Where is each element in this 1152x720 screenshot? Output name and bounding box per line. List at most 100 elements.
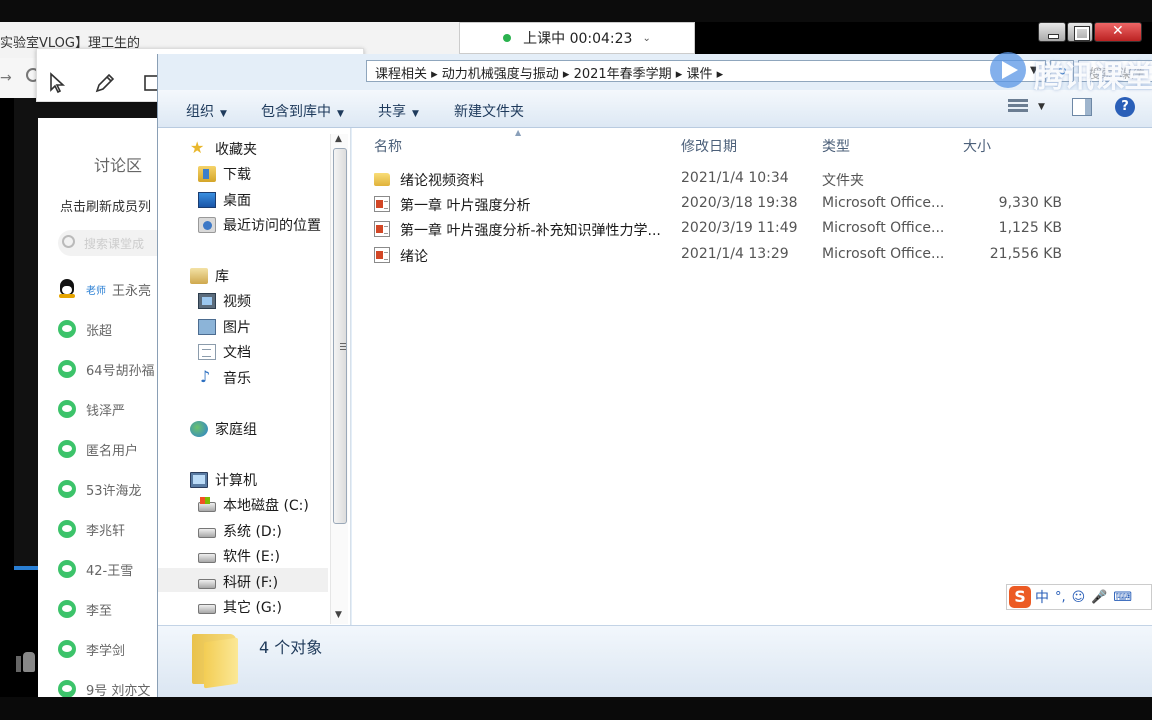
nav-recent-places[interactable]: 最近访问的位置 [198,214,321,236]
file-type: Microsoft Office... [822,220,945,236]
new-folder-button[interactable]: 新建文件夹 [454,101,524,121]
column-header-type[interactable]: 类型 [822,136,850,156]
organize-menu[interactable]: 组织 ▼ [186,101,227,121]
share-menu[interactable]: 共享 ▼ [378,101,419,121]
wechat-icon [58,400,76,418]
large-folder-icon [192,634,238,689]
nav-pictures[interactable]: 图片 [198,316,251,338]
file-row[interactable]: 绪论视频资料 2021/1/4 10:34 文件夹 [374,168,1134,190]
member-item[interactable]: 64号胡孙福 [58,358,155,380]
folder-icon [374,173,390,186]
file-row[interactable]: 第一章 叶片强度分析 2020/3/18 19:38 Microsoft Off… [374,193,1134,215]
nav-documents[interactable]: 文档 [198,341,251,363]
member-item[interactable]: 42-王雪 [58,558,133,580]
nav-drive-f[interactable]: 科研 (F:) [198,571,278,593]
top-black-band [0,0,1152,22]
sogou-ime-icon[interactable]: S [1009,586,1031,608]
file-row[interactable]: 第一章 叶片强度分析-补充知识弹性力学... 2020/3/19 11:49 M… [374,218,1134,240]
nav-computer[interactable]: 计算机 [190,469,257,491]
documents-icon [198,344,216,360]
view-options-icon[interactable] [1008,99,1028,115]
member-item[interactable]: 匿名用户 [58,438,138,460]
music-icon [198,367,216,386]
nav-label: 文档 [223,345,251,361]
column-header-size[interactable]: 大小 [963,136,991,156]
nav-videos[interactable]: 视频 [198,290,251,312]
member-item[interactable]: 李学剑 [58,638,125,660]
member-name: 李至 [86,603,113,619]
nav-favorites[interactable]: 收藏夹 [190,138,257,160]
ime-mode-toggle[interactable]: 中 [1035,587,1049,607]
pen-icon[interactable] [93,71,117,95]
close-button[interactable] [1094,22,1142,42]
maximize-button[interactable] [1067,22,1093,42]
emoji-icon[interactable]: ☺ [1072,590,1086,605]
bottom-black-band [0,697,1152,720]
nav-label: 视频 [223,294,251,310]
member-item[interactable]: 9号 刘亦文 [58,678,150,698]
ime-punctuation-toggle[interactable]: °, [1055,590,1066,605]
member-name: 王永亮 [112,283,152,299]
dropdown-arrow-icon: ▼ [220,109,227,119]
address-bar[interactable]: 课程相关 ▸ 动力机械强度与振动 ▸ 2021年春季学期 ▸ 课件 ▸ [366,60,1046,82]
view-dropdown-arrow-icon[interactable]: ▼ [1038,102,1045,112]
member-name: 42-王雪 [86,563,134,579]
include-label: 包含到库中 [261,104,331,120]
scroll-up-arrow-icon[interactable]: ▲ [335,134,342,144]
scroll-down-arrow-icon[interactable]: ▼ [335,610,342,620]
class-status-pill[interactable]: 上课中 00:04:23 ⌄ [459,22,695,54]
pictures-icon [198,319,216,335]
member-item-teacher[interactable]: 老师 王永亮 [58,278,151,300]
live-dot-icon [503,34,512,42]
column-header-modified[interactable]: 修改日期 [681,136,737,156]
preview-pane-icon[interactable] [1072,98,1092,116]
nav-label: 家庭组 [215,422,257,438]
help-icon[interactable]: ? [1115,97,1135,117]
member-search-box[interactable]: 搜索课堂成 [58,230,163,256]
nav-drive-g[interactable]: 其它 (G:) [198,596,282,618]
file-name: 绪论视频资料 [400,173,484,189]
search-icon [62,235,75,248]
nav-label: 音乐 [223,371,251,387]
discussion-title: 讨论区 [94,156,143,175]
like-thumb-icon[interactable] [16,648,36,674]
recent-places-icon [198,217,216,233]
include-in-library-menu[interactable]: 包含到库中 ▼ [261,101,344,121]
desktop-icon [198,192,216,208]
dropdown-arrow-icon: ▼ [412,109,419,119]
wechat-icon [58,680,76,698]
scrollbar-thumb[interactable] [333,148,347,524]
nav-music[interactable]: 音乐 [198,367,251,389]
nav-label: 软件 (E:) [223,549,280,565]
refresh-members-link[interactable]: 点击刷新成员列 [60,196,151,215]
member-name: 53许海龙 [86,483,142,499]
back-arrow-icon[interactable]: → [0,70,12,86]
nav-libraries[interactable]: 库 [190,265,229,287]
minimize-button[interactable] [1038,22,1066,42]
nav-desktop[interactable]: 桌面 [198,189,251,211]
member-item[interactable]: 李兆轩 [58,518,125,540]
microphone-icon[interactable]: 🎤 [1091,590,1107,605]
file-row[interactable]: 绪论 2021/1/4 13:29 Microsoft Office... 21… [374,244,1134,266]
nav-drive-c[interactable]: 本地磁盘 (C:) [198,494,309,516]
wechat-icon [58,560,76,578]
member-item[interactable]: 张超 [58,318,112,340]
details-pane: 4 个对象 [158,625,1152,697]
member-name: 9号 刘亦文 [86,683,151,699]
select-pointer-icon[interactable] [46,71,70,95]
nav-drive-e[interactable]: 软件 (E:) [198,545,280,567]
window-controls [1038,22,1143,44]
member-search-placeholder: 搜索课堂成 [84,237,145,251]
keyboard-icon[interactable]: ⌨ [1113,590,1132,605]
library-icon [190,268,208,284]
nav-drive-d[interactable]: 系统 (D:) [198,520,282,542]
member-name: 李兆轩 [86,523,126,539]
nav-homegroup[interactable]: 家庭组 [190,418,257,440]
nav-scrollbar[interactable]: ▲ ▼ [330,134,348,624]
member-item[interactable]: 53许海龙 [58,478,142,500]
column-header-name[interactable]: 名称 [374,136,402,156]
watermark-text: 腾讯课堂 [1034,60,1152,95]
nav-downloads[interactable]: 下载 [198,163,251,185]
member-item[interactable]: 钱泽严 [58,398,125,420]
member-item[interactable]: 李至 [58,598,112,620]
